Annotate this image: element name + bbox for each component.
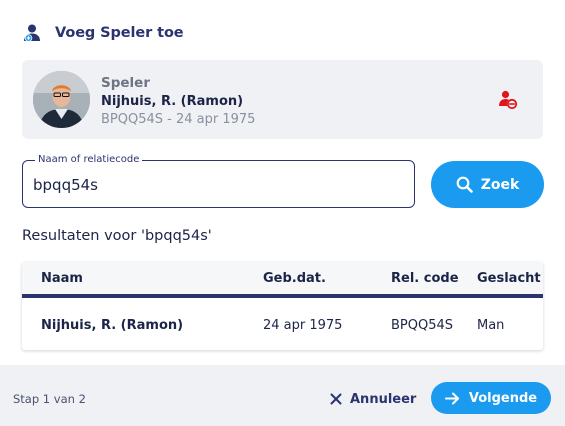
selected-player-card: Speler Nijhuis, R. (Ramon) BPQQ54S - 24 … bbox=[22, 60, 543, 139]
dialog-footer: Stap 1 van 2 Annuleer Volgende bbox=[0, 365, 565, 426]
player-label: Speler bbox=[101, 75, 150, 91]
cell-relcode: BPQQ54S bbox=[391, 318, 454, 333]
player-meta: BPQQ54S - 24 apr 1975 bbox=[101, 112, 256, 127]
column-header-gebdat[interactable]: Geb.dat. bbox=[263, 271, 326, 286]
cell-gebdat: 24 apr 1975 bbox=[263, 318, 343, 333]
next-button[interactable]: Volgende bbox=[431, 382, 551, 414]
close-icon bbox=[330, 393, 342, 405]
arrow-right-icon bbox=[444, 392, 459, 404]
dialog-header: Voeg Speler toe bbox=[22, 22, 184, 44]
player-name: Nijhuis, R. (Ramon) bbox=[101, 94, 244, 109]
step-indicator: Stap 1 van 2 bbox=[13, 392, 86, 406]
column-header-geslacht[interactable]: Geslacht bbox=[477, 271, 541, 286]
next-button-label: Volgende bbox=[468, 390, 538, 406]
search-icon bbox=[456, 176, 473, 193]
cancel-button[interactable]: Annuleer bbox=[330, 388, 416, 410]
column-header-relcode[interactable]: Rel. code bbox=[391, 271, 459, 286]
table-row[interactable]: Nijhuis, R. (Ramon) 24 apr 1975 BPQQ54S … bbox=[22, 302, 543, 350]
search-button-label: Zoek bbox=[480, 176, 520, 193]
cancel-button-label: Annuleer bbox=[350, 391, 417, 407]
search-field-label: Naam of relatiecode bbox=[35, 153, 143, 167]
cell-naam: Nijhuis, R. (Ramon) bbox=[41, 318, 184, 333]
add-user-icon bbox=[24, 24, 40, 42]
search-field: Naam of relatiecode bbox=[22, 153, 415, 208]
column-header-naam[interactable]: Naam bbox=[41, 271, 83, 286]
search-button[interactable]: Zoek bbox=[431, 161, 544, 208]
player-avatar bbox=[33, 71, 90, 128]
results-title: Resultaten voor 'bpqq54s' bbox=[22, 228, 212, 244]
search-input[interactable] bbox=[33, 173, 403, 197]
results-table: Naam Geb.dat. Rel. code Geslacht Nijhuis… bbox=[22, 262, 543, 350]
cell-geslacht: Man bbox=[477, 318, 505, 333]
table-header: Naam Geb.dat. Rel. code Geslacht bbox=[22, 262, 543, 298]
remove-user-icon[interactable] bbox=[497, 89, 519, 111]
dialog-title: Voeg Speler toe bbox=[55, 25, 184, 41]
